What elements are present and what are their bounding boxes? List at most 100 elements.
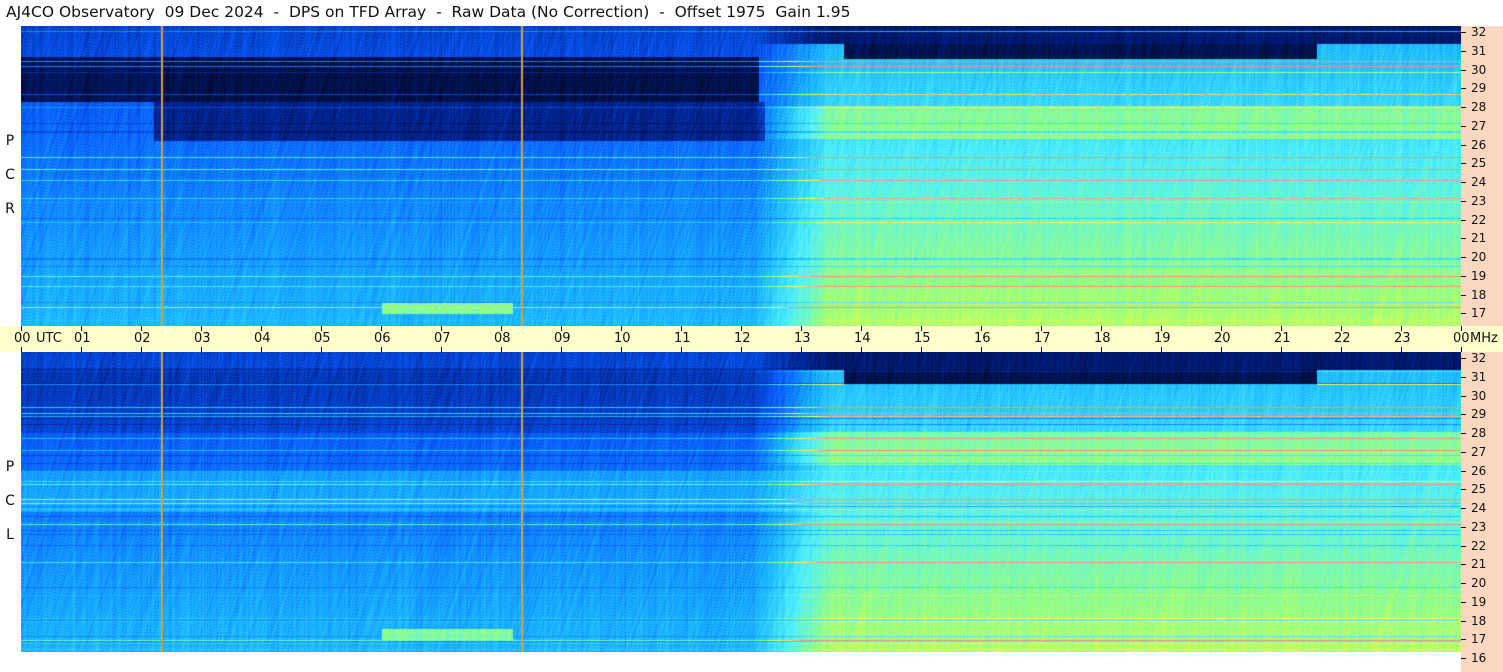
frequency-tick-rcp-label: 19: [1471, 268, 1487, 283]
frequency-tick-lcp-tick: [1461, 451, 1466, 453]
frequency-tick-rcp-tick: [1461, 294, 1466, 296]
time-tick-label: 09: [554, 331, 571, 346]
frequency-tick-rcp-label: 28: [1471, 100, 1487, 114]
frequency-tick-rcp-label: 21: [1471, 231, 1487, 246]
time-tick: [261, 347, 262, 352]
time-tick: [861, 347, 862, 352]
frequency-axis-rcp: 3231302928272625242322212019181716: [1461, 25, 1503, 338]
frequency-tick-lcp-label: 32: [1471, 351, 1487, 365]
frequency-tick-rcp-tick: [1461, 32, 1466, 33]
frequency-tick-lcp-label: 24: [1471, 501, 1487, 515]
frequency-tick-lcp-tick: [1461, 564, 1466, 566]
frequency-tick-lcp-label: 22: [1471, 538, 1487, 553]
time-tick: [801, 347, 802, 352]
frequency-tick-rcp-tick: [1461, 200, 1466, 202]
time-tick: [1461, 347, 1462, 352]
frequency-tick-lcp-tick: [1461, 658, 1466, 659]
time-tick-label: 10: [614, 331, 631, 346]
frequency-tick-rcp-tick: [1461, 163, 1466, 165]
time-tick-label: 00: [1453, 331, 1470, 346]
time-tick-label: 04: [254, 331, 271, 346]
frequency-tick-rcp-tick: [1461, 125, 1466, 127]
time-tick-label: 05: [314, 331, 331, 346]
rcp-spectrogram-panel: [21, 26, 1461, 326]
time-tick: [1161, 347, 1162, 352]
frequency-tick-rcp-tick: [1461, 182, 1466, 183]
frequency-tick-rcp-label: 30: [1471, 62, 1487, 77]
frequency-tick-lcp-tick: [1461, 583, 1466, 584]
frequency-tick-lcp-label: 20: [1471, 576, 1487, 590]
time-unit-label: UTC: [36, 331, 62, 346]
frequency-tick-lcp-label: 23: [1471, 519, 1487, 534]
panel-label-rcp-2: C: [5, 167, 15, 183]
frequency-tick-lcp-label: 27: [1471, 444, 1487, 459]
frequency-tick-rcp-tick: [1461, 238, 1466, 240]
frequency-tick-rcp-label: 29: [1471, 81, 1487, 96]
frequency-tick-lcp-tick: [1461, 376, 1466, 378]
frequency-tick-lcp-tick: [1461, 489, 1466, 491]
time-tick: [21, 347, 22, 352]
frequency-tick-rcp-label: 25: [1471, 156, 1487, 171]
frequency-tick-lcp-tick: [1461, 395, 1466, 397]
time-axis: 00 01 02 03 04 05 06 07 08 09 10 11 12 13 14 15 16 17 18 19…: [0, 326, 1503, 352]
time-tick: [321, 347, 322, 352]
frequency-tick-lcp-tick: [1461, 414, 1466, 416]
frequency-tick-lcp-label: 16: [1471, 651, 1487, 665]
time-tick: [1221, 347, 1222, 352]
frequency-tick-lcp-label: 31: [1471, 369, 1487, 384]
frequency-tick-lcp-label: 25: [1471, 482, 1487, 497]
time-tick: [681, 347, 682, 352]
frequency-tick-rcp-tick: [1461, 88, 1466, 90]
lcp-spectrogram: [21, 352, 1461, 652]
frequency-tick-rcp-tick: [1461, 69, 1466, 71]
frequency-tick-rcp-label: 22: [1471, 212, 1487, 227]
time-tick-label: 12: [734, 331, 751, 346]
time-tick: [561, 347, 562, 352]
time-tick: [201, 347, 202, 352]
time-tick: [501, 347, 502, 352]
frequency-tick-lcp-tick: [1461, 545, 1466, 547]
frequency-tick-rcp-label: 20: [1471, 250, 1487, 264]
lcp-spectrogram-panel: [21, 352, 1461, 652]
frequency-tick-lcp-label: 17: [1471, 632, 1487, 647]
time-tick: [981, 347, 982, 352]
frequency-tick-rcp-label: 32: [1471, 25, 1487, 39]
frequency-tick-lcp-label: 21: [1471, 557, 1487, 572]
frequency-tick-lcp-tick: [1461, 470, 1466, 472]
frequency-tick-rcp-label: 23: [1471, 193, 1487, 208]
panel-label-rcp-1: P: [5, 133, 15, 149]
time-tick: [1401, 347, 1402, 352]
frequency-tick-lcp-tick: [1461, 620, 1466, 622]
time-tick-label: 11: [674, 331, 691, 346]
frequency-tick-lcp-label: 26: [1471, 463, 1487, 478]
panel-label-rcp-3: R: [5, 201, 15, 217]
frequency-tick-rcp-label: 17: [1471, 306, 1487, 321]
time-tick-label: 00: [14, 331, 31, 346]
time-tick: [1101, 347, 1102, 352]
time-tick-label: 19: [1154, 331, 1171, 346]
frequency-tick-rcp-label: 24: [1471, 175, 1487, 189]
time-tick-label: 08: [494, 331, 511, 346]
frequency-unit-label: MHz: [1470, 331, 1498, 346]
frequency-tick-lcp-label: 30: [1471, 388, 1487, 403]
time-tick-label: 02: [134, 331, 151, 346]
frequency-tick-lcp-tick: [1461, 639, 1466, 641]
frequency-tick-lcp-tick: [1461, 433, 1466, 434]
chart-title: AJ4CO Observatory 09 Dec 2024 - DPS on T…: [6, 3, 851, 21]
frequency-tick-rcp-tick: [1461, 219, 1466, 221]
time-tick: [1341, 347, 1342, 352]
time-tick-label: 07: [434, 331, 451, 346]
frequency-tick-rcp-tick: [1461, 313, 1466, 315]
frequency-tick-lcp-label: 18: [1471, 613, 1487, 628]
frequency-tick-rcp-tick: [1461, 107, 1466, 108]
frequency-tick-rcp-label: 26: [1471, 137, 1487, 152]
frequency-tick-rcp-label: 31: [1471, 43, 1487, 58]
frequency-tick-rcp-label: 27: [1471, 118, 1487, 133]
frequency-tick-rcp-tick: [1461, 257, 1466, 258]
time-tick-label: 15: [914, 331, 931, 346]
time-tick: [741, 347, 742, 352]
rcp-spectrogram: [21, 26, 1461, 326]
frequency-axis-lcp: 32 31 30 29 28 27 26 25 24 23 22 21 20 19 18 17 16: [1461, 352, 1503, 672]
frequency-tick-lcp-tick: [1461, 508, 1466, 509]
frequency-tick-lcp-tick: [1461, 601, 1466, 603]
